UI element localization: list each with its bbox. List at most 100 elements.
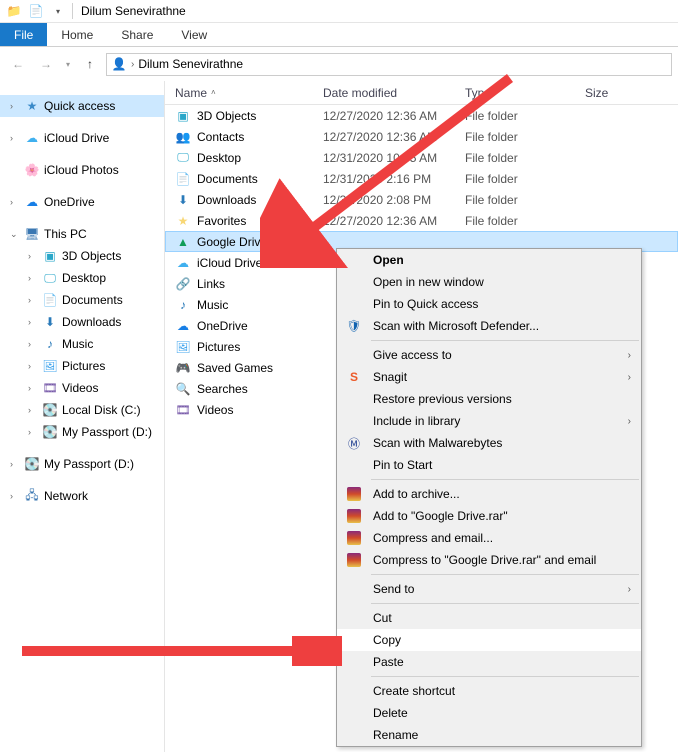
forward-button[interactable]: → [34, 52, 58, 76]
ctx-scan-malwarebytes[interactable]: ⓂScan with Malwarebytes [337, 432, 641, 454]
shield-icon: 🛡 [345, 317, 363, 335]
ctx-give-access[interactable]: Give access to› [337, 344, 641, 366]
ctx-add-rar[interactable]: Add to "Google Drive.rar" [337, 505, 641, 527]
breadcrumb-segment[interactable]: Dilum Senevirathne [138, 57, 243, 71]
sidebar-item-label: Local Disk (C:) [62, 403, 141, 417]
ctx-scan-defender[interactable]: 🛡Scan with Microsoft Defender... [337, 315, 641, 337]
ctx-open[interactable]: Open [337, 249, 641, 271]
ctx-add-archive[interactable]: Add to archive... [337, 483, 641, 505]
ctx-snagit[interactable]: SSnagit› [337, 366, 641, 388]
tab-file[interactable]: File [0, 23, 47, 46]
ctx-open-new-window[interactable]: Open in new window [337, 271, 641, 293]
file-row[interactable]: 🖵Desktop12/31/2020 10:35 AMFile folder [165, 147, 678, 168]
folder-icon: 👥 [175, 129, 191, 145]
sidebar-item-label: iCloud Photos [44, 163, 119, 177]
folder-icon: 🔍 [175, 381, 191, 397]
sidebar-music[interactable]: ›♪Music [0, 333, 164, 355]
separator [371, 340, 639, 341]
tab-share[interactable]: Share [107, 23, 167, 46]
col-name[interactable]: Name ˄ [175, 86, 323, 100]
sidebar-network[interactable]: ›🖧Network [0, 485, 164, 507]
file-row[interactable]: ⬇Downloads12/31/2020 2:08 PMFile folder [165, 189, 678, 210]
folder-icon: ⬇ [175, 192, 191, 208]
ctx-cut[interactable]: Cut [337, 607, 641, 629]
separator [72, 3, 73, 19]
file-name: Downloads [197, 193, 256, 207]
sidebar-onedrive[interactable]: › ☁ OneDrive [0, 191, 164, 213]
ctx-create-shortcut[interactable]: Create shortcut [337, 680, 641, 702]
sidebar-desktop[interactable]: ›🖵Desktop [0, 267, 164, 289]
sidebar-my-passport-1[interactable]: ›💽My Passport (D:) [0, 421, 164, 443]
file-name: OneDrive [197, 319, 248, 333]
file-row[interactable]: 👥Contacts12/27/2020 12:36 AMFile folder [165, 126, 678, 147]
sidebar-icloud-photos[interactable]: 🌸 iCloud Photos [0, 159, 164, 181]
back-button[interactable]: ← [6, 52, 30, 76]
sidebar-3d-objects[interactable]: ›▣3D Objects [0, 245, 164, 267]
chevron-right-icon[interactable]: › [131, 59, 134, 70]
ctx-rename[interactable]: Rename [337, 724, 641, 746]
col-date[interactable]: Date modified [323, 86, 465, 100]
sidebar-item-label: Music [62, 337, 93, 351]
sidebar-quick-access[interactable]: › ★ Quick access [0, 95, 164, 117]
qat-dropdown-icon[interactable]: ▾ [48, 1, 68, 21]
sidebar-documents[interactable]: ›📄Documents [0, 289, 164, 311]
photos-icon: 🌸 [24, 162, 40, 178]
network-icon: 🖧 [24, 488, 40, 504]
file-row[interactable]: ★Favorites12/27/2020 12:36 AMFile folder [165, 210, 678, 231]
sidebar-local-disk[interactable]: ›💽Local Disk (C:) [0, 399, 164, 421]
title-bar: 📁 📄 ▾ Dilum Senevirathne [0, 0, 678, 23]
file-name: Contacts [197, 130, 244, 144]
separator [371, 676, 639, 677]
folder-icon: ▣ [175, 108, 191, 124]
folder-icon: ★ [175, 213, 191, 229]
ctx-pin-quick-access[interactable]: Pin to Quick access [337, 293, 641, 315]
ctx-include-library[interactable]: Include in library› [337, 410, 641, 432]
navigation-bar: ← → ▾ ↑ 👤 › Dilum Senevirathne [0, 47, 678, 81]
sidebar-downloads[interactable]: ›⬇Downloads [0, 311, 164, 333]
chevron-right-icon[interactable]: › [10, 197, 20, 207]
window-title: Dilum Senevirathne [81, 4, 186, 18]
separator [371, 479, 639, 480]
tab-view[interactable]: View [167, 23, 221, 46]
sort-asc-icon: ˄ [211, 88, 216, 97]
ctx-delete[interactable]: Delete [337, 702, 641, 724]
ctx-compress-email[interactable]: Compress and email... [337, 527, 641, 549]
chevron-right-icon[interactable]: › [10, 101, 20, 111]
recent-dropdown-icon[interactable]: ▾ [62, 52, 74, 76]
chevron-right-icon: › [628, 416, 631, 427]
sidebar-icloud-drive[interactable]: › ☁ iCloud Drive [0, 127, 164, 149]
folder-icon: 🎮 [175, 360, 191, 376]
sidebar-this-pc[interactable]: ⌄ 🖥 This PC [0, 223, 164, 245]
chevron-right-icon[interactable]: › [10, 133, 20, 143]
ctx-paste[interactable]: Paste [337, 651, 641, 673]
file-type: File folder [465, 214, 585, 228]
file-name: Links [197, 277, 225, 291]
sidebar-item-label: My Passport (D:) [62, 425, 152, 439]
drive-icon: 💽 [24, 456, 40, 472]
ctx-send-to[interactable]: Send to› [337, 578, 641, 600]
chevron-down-icon[interactable]: ⌄ [10, 229, 20, 240]
properties-icon[interactable]: 📄 [26, 1, 46, 21]
sidebar-item-label: Network [44, 489, 88, 503]
ctx-compress-rar-email[interactable]: Compress to "Google Drive.rar" and email [337, 549, 641, 571]
winrar-icon [345, 529, 363, 547]
folder-icon: 🖵 [175, 150, 191, 166]
tab-home[interactable]: Home [47, 23, 107, 46]
address-bar[interactable]: 👤 › Dilum Senevirathne [106, 53, 672, 76]
file-row[interactable]: 📄Documents12/31/2020 2:16 PMFile folder [165, 168, 678, 189]
sidebar-videos[interactable]: ›🎞Videos [0, 377, 164, 399]
file-date: 12/27/2020 12:36 AM [323, 109, 465, 123]
file-row[interactable]: ▣3D Objects12/27/2020 12:36 AMFile folde… [165, 105, 678, 126]
sidebar-item-label: Pictures [62, 359, 105, 373]
sidebar-my-passport-2[interactable]: ›💽My Passport (D:) [0, 453, 164, 475]
chevron-right-icon: › [628, 350, 631, 361]
file-date: 12/31/2020 10:35 AM [323, 151, 465, 165]
ctx-pin-start[interactable]: Pin to Start [337, 454, 641, 476]
col-size[interactable]: Size [585, 86, 645, 100]
sidebar-pictures[interactable]: ›🖼Pictures [0, 355, 164, 377]
up-button[interactable]: ↑ [78, 52, 102, 76]
folder-icon: 📄 [175, 171, 191, 187]
ctx-restore-versions[interactable]: Restore previous versions [337, 388, 641, 410]
ctx-copy[interactable]: Copy [337, 629, 641, 651]
col-type[interactable]: Type [465, 86, 585, 100]
